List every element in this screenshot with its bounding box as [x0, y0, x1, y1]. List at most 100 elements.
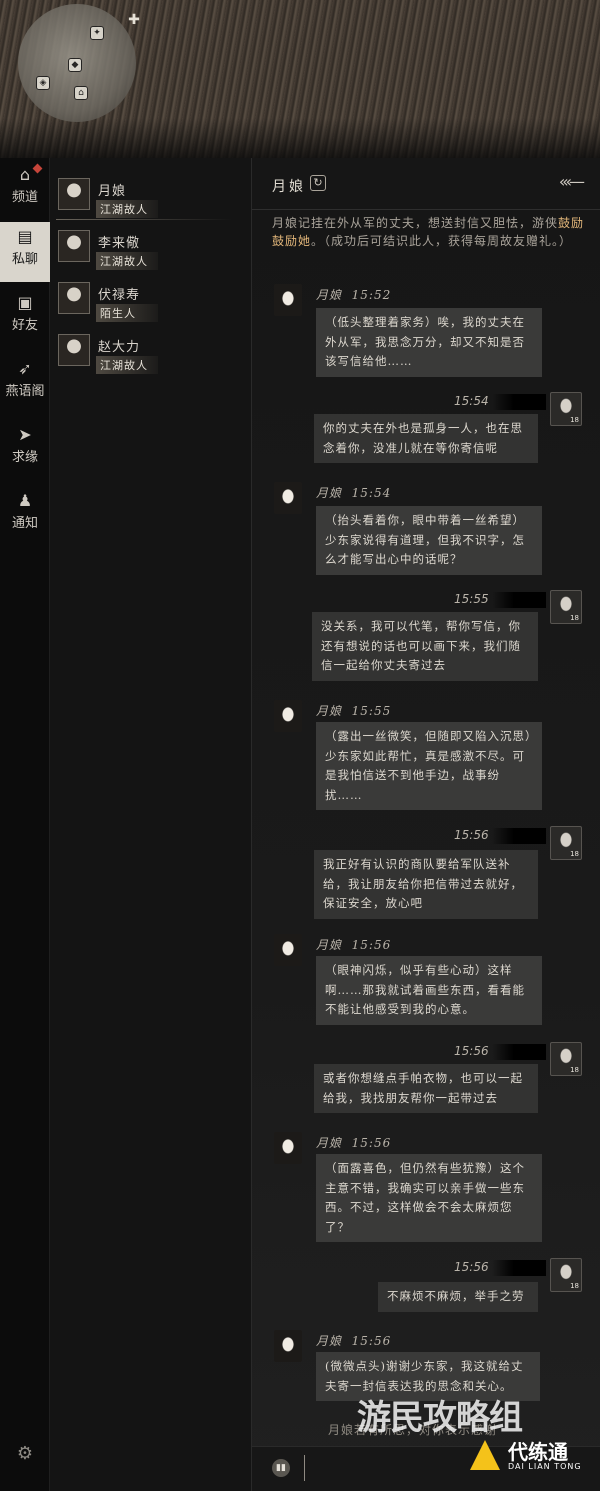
relationship-tag: 江湖故人	[96, 356, 158, 374]
left-nav: ⌂ 频道 ▤ 私聊 ▣ 好友 ➶ 燕语阁 ➤ 求缘 ♟ 通知	[0, 158, 50, 1491]
timestamp: 15:55	[454, 592, 489, 606]
avatar	[58, 334, 90, 366]
sender-name: 月娘	[316, 704, 343, 718]
message-meta: 月娘 15:56	[316, 1134, 391, 1151]
message-meta: 月娘 15:56	[316, 936, 391, 953]
notification-dot	[32, 163, 43, 174]
refresh-icon[interactable]: ↻	[310, 175, 326, 191]
time-bar	[492, 1044, 546, 1060]
message-meta: 月娘 15:56	[316, 1332, 391, 1349]
friend-book-icon: ▣	[17, 293, 33, 312]
contact-name: 赵大力	[98, 340, 141, 355]
nav-label: 频道	[11, 190, 38, 205]
message-bubble: （低头整理着家务）唉，我的丈夫在外从军，我思念万分，却又不知是否该写信给他……	[316, 308, 542, 377]
time-bar	[492, 1260, 546, 1276]
sender-name: 月娘	[316, 1334, 343, 1348]
player-avatar: 18	[550, 1042, 582, 1076]
player-avatar: 18	[550, 392, 582, 426]
contact-name: 李来儆	[98, 236, 141, 251]
timestamp: 15:54	[351, 486, 392, 500]
nav-item-notifications[interactable]: ♟ 通知	[0, 486, 50, 546]
sender-name: 月娘	[316, 1136, 343, 1150]
map-poi-icon[interactable]: ✚	[126, 12, 142, 28]
message-bubble: 没关系，我可以代笔，帮你写信，你还有想说的话也可以画下来，我们随信一起给你丈夫寄…	[312, 612, 538, 681]
nav-item-yanyuge[interactable]: ➶ 燕语阁	[0, 354, 50, 414]
sender-name: 月娘	[316, 938, 343, 952]
message-bubble: （露出一丝微笑，但随即又陷入沉思）少东家如此帮忙，真是感激不尽。可是我怕信送不到…	[316, 722, 542, 810]
chat-bubble-icon: ▤	[17, 227, 33, 246]
chat-title: 月娘	[272, 179, 306, 195]
message-bubble: （抬头看着你，眼中带着一丝希望）少东家说得有道理，但我不识字，怎么才能写出心中的…	[316, 506, 542, 575]
bell-icon: ♟	[17, 491, 33, 510]
chat-input[interactable]	[304, 1455, 480, 1481]
chat-panel: 月娘 ↻ «‹— 月娘记挂在外从军的丈夫，想送封信又胆怯，游侠鼓励鼓励她。（成功…	[252, 158, 600, 1491]
npc-avatar	[274, 1330, 302, 1362]
map-marker-icon: ⌂	[74, 86, 88, 100]
npc-avatar	[274, 700, 302, 732]
avatar	[58, 178, 90, 210]
nav-item-channel[interactable]: ⌂ 频道	[0, 160, 50, 220]
nav-label: 好友	[11, 318, 38, 333]
timestamp: 15:52	[351, 288, 392, 302]
message-bubble: 你的丈夫在外也是孤身一人，也在思念着你，没准儿就在等你寄信呢	[314, 414, 538, 463]
player-avatar: 18	[550, 1258, 582, 1292]
level-label: 18	[570, 1282, 579, 1290]
nav-label: 通知	[11, 516, 38, 531]
message-bubble: 不麻烦不麻烦，举手之劳	[378, 1282, 538, 1312]
level-label: 18	[570, 850, 579, 858]
timestamp: 15:56	[351, 938, 392, 952]
map-marker-icon: ◈	[36, 76, 50, 90]
contact-list: 月娘 江湖故人 李来儆 江湖故人 伏禄寿 陌生人 赵大力 江湖故人	[50, 158, 252, 1491]
logo-icon	[470, 1440, 500, 1470]
paper-plane-icon: ➤	[18, 425, 32, 444]
gear-icon[interactable]: ⚙	[14, 1443, 36, 1465]
timestamp: 15:56	[351, 1136, 392, 1150]
npc-avatar	[274, 284, 302, 316]
timestamp: 15:56	[351, 1334, 392, 1348]
time-bar	[492, 592, 546, 608]
watermark-logo: 代练通 DAI LIAN TONG	[470, 1432, 596, 1480]
avatar	[58, 282, 90, 314]
home-icon: ⌂	[19, 165, 31, 184]
collapse-icon[interactable]: «‹—	[559, 172, 585, 191]
minimap[interactable]: ◆ ◈ ⌂ ✦	[18, 4, 136, 122]
voice-icon[interactable]: ▮▮	[272, 1459, 290, 1477]
chat-intro: 月娘记挂在外从军的丈夫，想送封信又胆怯，游侠鼓励鼓励她。（成功后可结识此人，获得…	[272, 214, 587, 250]
nav-item-private-chat[interactable]: ▤ 私聊	[0, 222, 50, 282]
level-label: 18	[570, 416, 579, 424]
nav-item-qiuyuan[interactable]: ➤ 求缘	[0, 420, 50, 480]
map-marker-icon: ✦	[90, 26, 104, 40]
nav-item-friends[interactable]: ▣ 好友	[0, 288, 50, 348]
intro-text: 月娘记挂在外从军的丈夫，想送封信又胆怯，游侠	[272, 216, 559, 230]
swallow-icon: ➶	[18, 359, 32, 378]
time-bar	[492, 394, 546, 410]
sender-name: 月娘	[316, 486, 343, 500]
time-bar	[492, 828, 546, 844]
timestamp: 15:54	[454, 394, 489, 408]
intro-text: 。（成功后可结识此人，获得每周故友赠礼。）	[311, 234, 573, 248]
message-bubble: 我正好有认识的商队要给军队送补给，我让朋友给你把信带过去就好，保证安全，放心吧	[314, 850, 538, 919]
avatar	[58, 230, 90, 262]
player-avatar: 18	[550, 590, 582, 624]
contact-item[interactable]: 李来儆 江湖故人	[50, 222, 252, 272]
npc-avatar	[274, 934, 302, 966]
player-avatar: 18	[550, 826, 582, 860]
watermark-subtitle: DAI LIAN TONG	[508, 1462, 582, 1471]
npc-avatar	[274, 1132, 302, 1164]
timestamp: 15:56	[454, 828, 489, 842]
timestamp: 15:56	[454, 1044, 489, 1058]
relationship-tag: 陌生人	[96, 304, 158, 322]
contact-item[interactable]: 赵大力 江湖故人	[50, 326, 252, 376]
nav-label: 私聊	[11, 252, 38, 267]
nav-label: 求缘	[11, 450, 38, 465]
timestamp: 15:55	[351, 704, 392, 718]
message-meta: 月娘 15:52	[316, 286, 391, 303]
message-meta: 月娘 15:54	[316, 484, 391, 501]
contact-name: 伏禄寿	[98, 288, 141, 303]
message-bubble: 或者你想缝点手帕衣物，也可以一起给我，我找朋友帮你一起带过去	[314, 1064, 538, 1113]
chat-header: 月娘 ↻ «‹—	[252, 158, 600, 210]
contact-item[interactable]: 伏禄寿 陌生人	[50, 274, 252, 324]
contact-item[interactable]: 月娘 江湖故人	[50, 170, 252, 220]
level-label: 18	[570, 1066, 579, 1074]
level-label: 18	[570, 614, 579, 622]
